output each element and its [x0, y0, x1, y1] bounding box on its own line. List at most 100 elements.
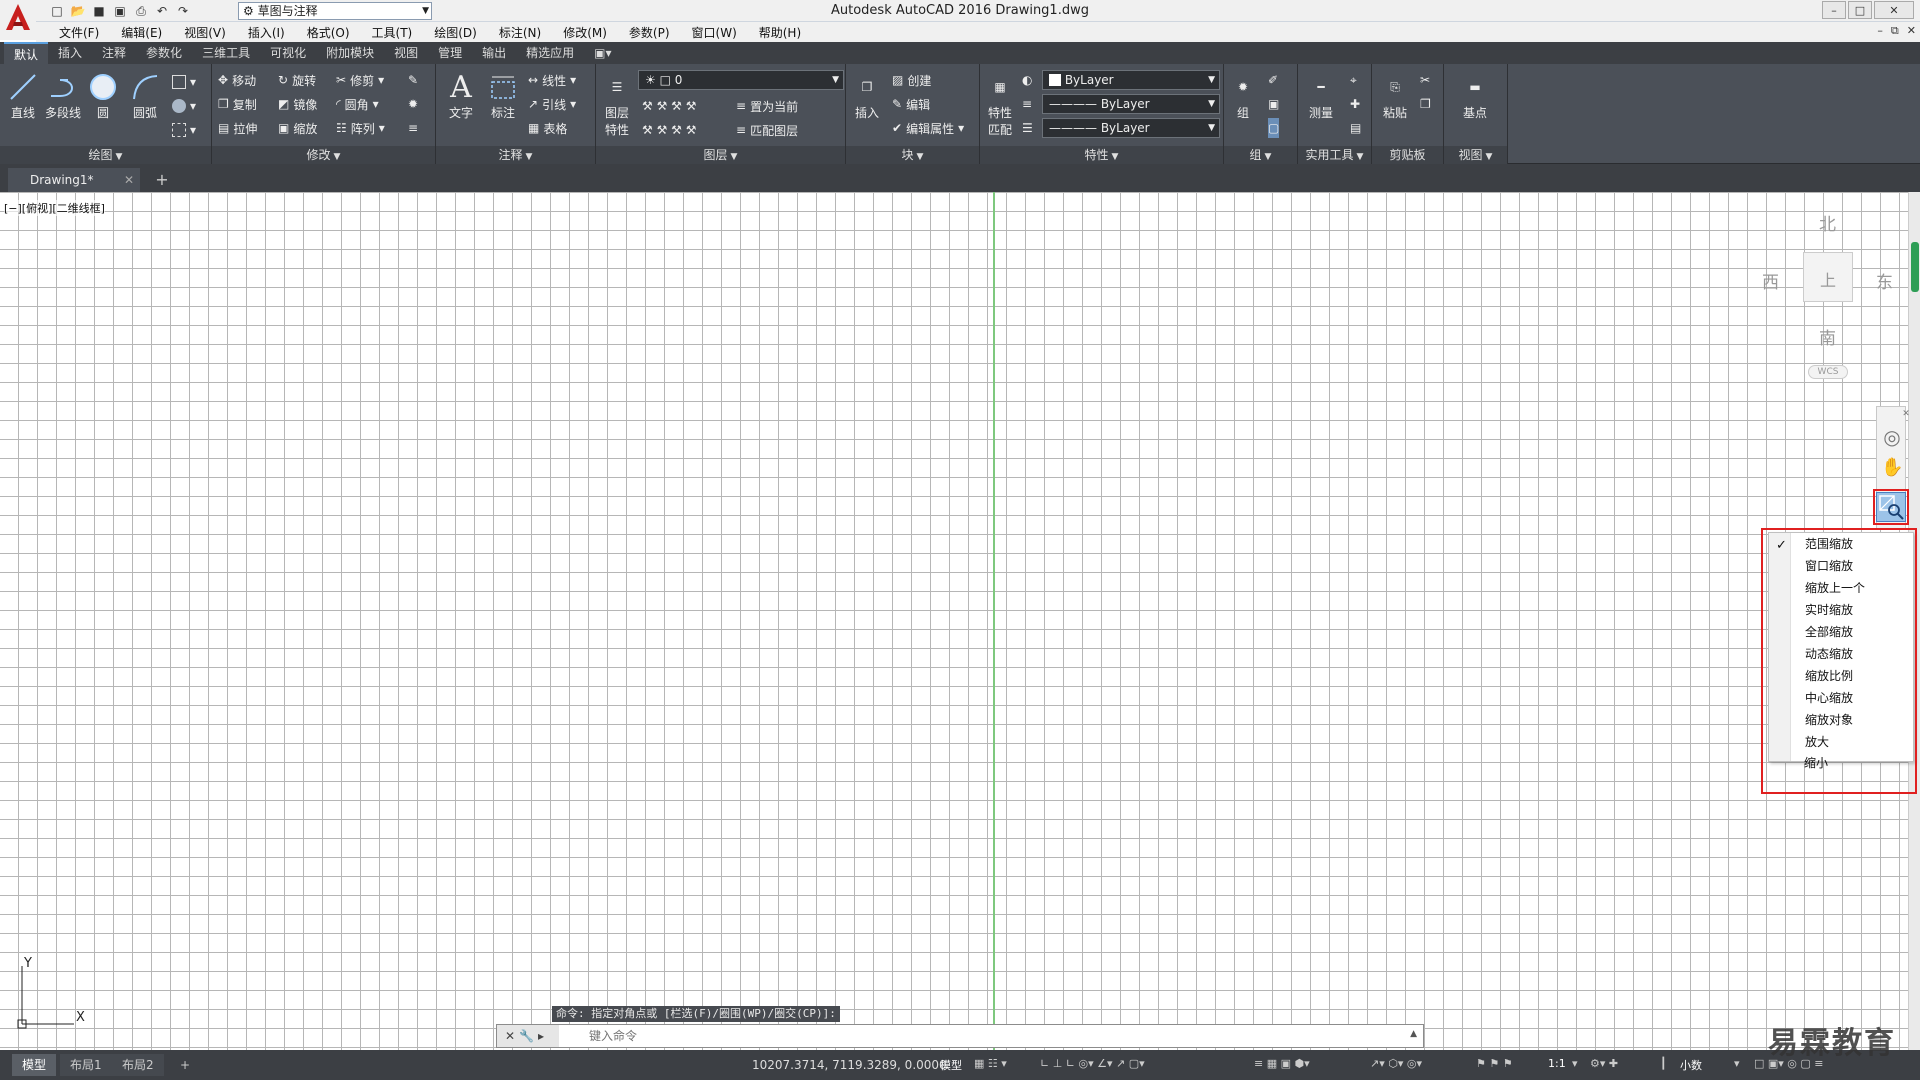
menu-parametric[interactable]: 参数(P) — [618, 24, 681, 41]
text-button[interactable]: A 文字 — [442, 70, 480, 121]
viewcube-west[interactable]: 西 — [1762, 268, 1779, 293]
layer-properties-button[interactable]: ☰ 图层 特性 — [600, 70, 634, 138]
arc-button[interactable]: 圆弧 — [126, 70, 164, 121]
color-select[interactable]: ByLayer ▼ — [1042, 70, 1220, 90]
application-menu-button[interactable] — [0, 0, 36, 40]
set-current-button[interactable]: ≡ 置为当前 — [736, 96, 798, 116]
selection-cycling-icon[interactable]: ↗▾ ⬡▾ ◎▾ — [1370, 1057, 1422, 1073]
erase-button[interactable]: ✎ — [408, 70, 418, 90]
array-button[interactable]: ☷ 阵列 ▾ — [336, 118, 385, 138]
grid-icon[interactable]: ▦ ☷ ▾ — [974, 1057, 1007, 1073]
table-button[interactable]: ▦ 表格 — [528, 118, 567, 138]
pan-hand-icon[interactable]: ✋ — [1881, 457, 1903, 479]
line-button[interactable]: 直线 — [4, 70, 42, 121]
file-tab-drawing1[interactable]: Drawing1* ✕ — [8, 168, 140, 192]
viewport-controls[interactable]: [−][俯视][二维线框] — [4, 200, 105, 216]
wcs-menu[interactable]: WCS — [1808, 365, 1848, 379]
circle-button[interactable]: 圆 — [84, 70, 122, 121]
match-layer-button[interactable]: ≡ 匹配图层 — [736, 120, 798, 140]
point-icon[interactable]: ✚ — [1350, 94, 1360, 114]
tab-output[interactable]: 输出 — [472, 42, 516, 64]
tab-annotate[interactable]: 注释 — [92, 42, 136, 64]
copy-button[interactable]: ❐ 复制 — [218, 94, 257, 114]
menu-tools[interactable]: 工具(T) — [361, 24, 424, 41]
panel-utilities-title[interactable]: 实用工具 ▼ — [1298, 146, 1371, 164]
tab-addins[interactable]: 附加模块 — [316, 42, 384, 64]
base-view-button[interactable]: ▬ 基点 — [1456, 70, 1494, 121]
id-point-icon[interactable]: ⌖ — [1350, 70, 1357, 90]
cut-icon[interactable]: ✂ — [1420, 70, 1430, 90]
chevron-down-icon[interactable]: ▾ — [1572, 1057, 1578, 1073]
chevron-up-icon[interactable]: ▲ — [1410, 1029, 1417, 1039]
rotate-button[interactable]: ↻ 旋转 — [278, 70, 316, 90]
close-icon[interactable]: ✕ — [505, 1029, 515, 1043]
fillet-button[interactable]: ◜ 圆角 ▾ — [336, 94, 379, 114]
copy-clip-icon[interactable]: ❐ — [1420, 94, 1431, 114]
chevron-down-icon[interactable]: ▾ — [1734, 1057, 1740, 1073]
hatch-button[interactable]: ▾ — [172, 96, 196, 116]
edit-block-button[interactable]: ✎ 编辑 — [892, 94, 930, 114]
viewcube-east[interactable]: 东 — [1876, 268, 1893, 293]
menu-edit[interactable]: 编辑(E) — [110, 24, 173, 41]
panel-view-title[interactable]: 视图 ▼ — [1444, 146, 1507, 164]
insert-block-button[interactable]: ❐ 插入 — [848, 70, 886, 121]
viewcube-top[interactable]: 上 — [1804, 267, 1852, 291]
panel-draw-title[interactable]: 绘图 ▼ — [0, 146, 211, 164]
viewcube-north[interactable]: 北 — [1819, 210, 1836, 235]
stretch-button[interactable]: ▤ 拉伸 — [218, 118, 257, 138]
doc-restore-icon[interactable]: ⧉ — [1891, 24, 1899, 38]
workspace-gear-icon[interactable]: ⚙▾ ✚ — [1590, 1057, 1618, 1073]
leader-button[interactable]: ↗ 引线 ▾ — [528, 94, 576, 114]
menu-format[interactable]: 格式(O) — [296, 24, 361, 41]
panel-modify-title[interactable]: 修改 ▼ — [212, 146, 435, 164]
layer-select[interactable]: ☀ □ 0 ▼ — [638, 70, 844, 90]
tab-extra-dropdown[interactable]: ▣▾ — [584, 42, 621, 64]
panel-properties-title[interactable]: 特性 ▼ — [980, 146, 1223, 164]
lineweight-toggle-icon[interactable]: ≡ ▦ ▣ ⬢▾ — [1254, 1057, 1310, 1073]
trim-button[interactable]: ✂ 修剪 ▾ — [336, 70, 384, 90]
explode-button[interactable]: ✹ — [408, 94, 418, 114]
tab-manage[interactable]: 管理 — [428, 42, 472, 64]
viewcube-south[interactable]: 南 — [1819, 324, 1836, 349]
tab-view[interactable]: 视图 — [384, 42, 428, 64]
wrench-icon[interactable]: 🔧 — [519, 1029, 534, 1043]
units-value[interactable]: 小数 — [1680, 1057, 1702, 1073]
layout-tab-1[interactable]: 布局1 — [60, 1054, 112, 1076]
add-layout-button[interactable]: + — [170, 1054, 200, 1076]
match-properties-button[interactable]: ▦ 特性 匹配 — [982, 70, 1018, 138]
menu-draw[interactable]: 绘图(D) — [423, 24, 488, 41]
linear-dim-button[interactable]: ↔ 线性 ▾ — [528, 70, 576, 90]
rectangle-button[interactable]: ▾ — [172, 72, 196, 92]
region-button[interactable]: ▾ — [172, 120, 196, 140]
command-input[interactable] — [587, 1027, 1287, 1045]
group-button[interactable]: ✹ 组 — [1228, 70, 1258, 121]
layout-tab-model[interactable]: 模型 — [12, 1054, 57, 1076]
calculator-icon[interactable]: ▤ — [1350, 118, 1361, 138]
menu-window[interactable]: 窗口(W) — [681, 24, 748, 41]
tab-parametric[interactable]: 参数化 — [136, 42, 192, 64]
layer-tools-row1[interactable]: ⚒ ⚒ ⚒ ⚒ — [642, 96, 696, 116]
panel-layers-title[interactable]: 图层 ▼ — [596, 146, 845, 164]
close-button[interactable]: ✕ — [1874, 1, 1914, 19]
linetype-select[interactable]: ———— ByLayer ▼ — [1042, 94, 1220, 114]
menu-view[interactable]: 视图(V) — [173, 24, 237, 41]
doc-minimize-icon[interactable]: – — [1877, 24, 1883, 38]
viewcube[interactable]: 上 — [1803, 252, 1853, 302]
drawing-area[interactable] — [0, 192, 1908, 1050]
tab-home[interactable]: 默认 — [4, 42, 49, 64]
command-prompt-icon[interactable]: ▸ — [538, 1029, 544, 1043]
menu-file[interactable]: 文件(F) — [48, 24, 110, 41]
menu-insert[interactable]: 插入(I) — [237, 24, 296, 41]
maximize-button[interactable]: □ — [1848, 1, 1872, 19]
tab-3d-tools[interactable]: 三维工具 — [192, 42, 260, 64]
steering-wheel-icon[interactable]: ◎ — [1881, 425, 1903, 449]
layer-tools-row2[interactable]: ⚒ ⚒ ⚒ ⚒ — [642, 120, 696, 140]
offset-button[interactable]: ≡ — [408, 118, 418, 138]
tab-featured-apps[interactable]: 精选应用 — [516, 42, 584, 64]
doc-close-icon[interactable]: ✕ — [1907, 24, 1916, 38]
annotation-scale-value[interactable]: 1:1 — [1548, 1057, 1566, 1073]
ungroup-icon[interactable]: ✐ — [1268, 70, 1278, 90]
panel-groups-title[interactable]: 组 ▼ — [1224, 146, 1297, 164]
move-button[interactable]: ✥ 移动 — [218, 70, 256, 90]
menu-dimension[interactable]: 标注(N) — [488, 24, 552, 41]
